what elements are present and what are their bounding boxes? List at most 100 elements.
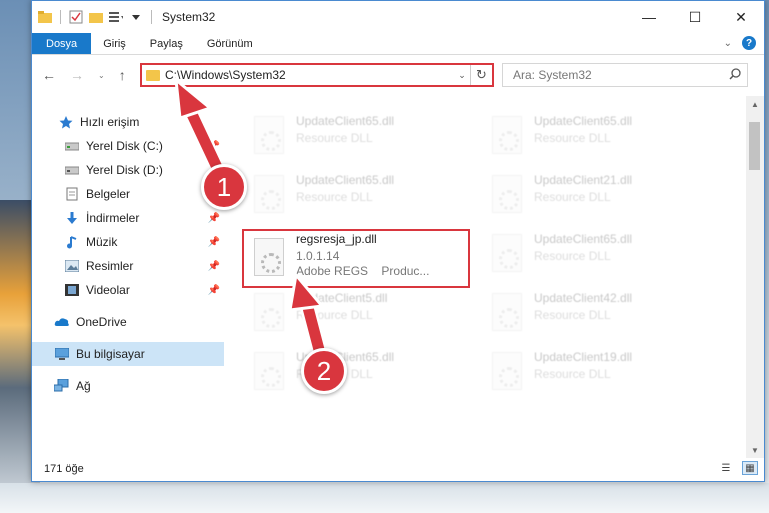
back-arrow-icon[interactable]: ← — [42, 67, 56, 83]
close-button[interactable]: ✕ — [718, 1, 764, 33]
sidebar-item-label: OneDrive — [76, 315, 127, 329]
details-view-icon[interactable]: ☰ — [718, 461, 734, 475]
properties-icon[interactable] — [69, 10, 83, 24]
maximize-button[interactable]: ☐ — [672, 1, 718, 33]
file-item[interactable]: UpdateClient5.dll Resource DLL — [246, 287, 472, 345]
pin-icon[interactable]: 📌 — [208, 285, 220, 296]
drive-icon — [64, 138, 80, 154]
file-item[interactable]: UpdateClient65.dll Resource DLL — [246, 110, 472, 168]
file-name: UpdateClient42.dll — [534, 291, 633, 305]
file-item[interactable]: UpdateClient65.dllResource DLL — [484, 228, 710, 286]
network-icon — [54, 378, 70, 394]
video-icon — [64, 282, 80, 298]
file-name: UpdateClient19.dll — [534, 350, 633, 364]
sidebar-item-label: Belgeler — [86, 187, 131, 201]
large-icons-view-icon[interactable]: ▦ — [742, 461, 758, 475]
dll-file-icon — [254, 352, 284, 390]
expand-ribbon-icon[interactable]: ⌄ — [724, 38, 732, 49]
file-description: Resource DLL — [296, 131, 373, 145]
dll-file-icon — [492, 175, 522, 213]
annotation-badge-1: 1 — [201, 164, 247, 210]
file-description: Resource DLL — [534, 308, 611, 322]
customize-toolbar-icon[interactable] — [109, 10, 123, 24]
window-title: System32 — [162, 10, 216, 24]
dll-file-icon — [492, 116, 522, 154]
sidebar-item-label: Müzik — [86, 235, 118, 249]
file-name: UpdateClient65.dll — [534, 114, 633, 128]
sidebar-item-videos[interactable]: Videolar 📌 — [32, 278, 224, 302]
drive-icon — [64, 162, 80, 178]
tab-share[interactable]: Paylaş — [138, 33, 195, 54]
search-icon[interactable] — [723, 67, 747, 83]
pin-icon[interactable]: 📌 — [208, 141, 220, 152]
file-name: UpdateClient5.dll — [296, 291, 388, 305]
file-item[interactable]: UpdateClient19.dll Resource DLL — [484, 346, 710, 404]
cloud-icon — [54, 314, 70, 330]
computer-icon — [54, 346, 70, 362]
search-input[interactable] — [513, 68, 723, 82]
quick-access-toolbar — [32, 10, 154, 24]
sidebar-item-label: Bu bilgisayar — [76, 347, 145, 361]
window-controls: — ☐ ✕ — [626, 1, 764, 33]
sidebar-item-downloads[interactable]: İndirmeler 📌 — [32, 206, 224, 230]
address-dropdown-icon[interactable]: ⌄ — [454, 70, 470, 81]
file-description: Resource DLL — [534, 249, 611, 263]
annotation-badge-2: 2 — [301, 348, 347, 394]
sidebar-item-label: İndirmeler — [86, 211, 140, 225]
file-item[interactable]: UpdateClient65.dllResource DLL — [246, 346, 472, 404]
dll-file-icon — [254, 116, 284, 154]
sidebar-item-quick-access[interactable]: Hızlı erişim — [32, 110, 224, 134]
tab-file[interactable]: Dosya — [32, 33, 92, 54]
sidebar-item-this-pc[interactable]: Bu bilgisayar — [32, 342, 224, 366]
search-box[interactable] — [502, 63, 748, 87]
file-item[interactable]: UpdateClient65.dll Resource DLL — [484, 110, 710, 168]
title-bar: System32 — ☐ ✕ — [32, 1, 764, 33]
address-bar[interactable]: C:\Windows\System32 ⌄ ↻ — [140, 63, 494, 87]
dll-file-icon — [492, 352, 522, 390]
vertical-scrollbar[interactable]: ▲ ▼ — [746, 96, 764, 458]
pin-icon[interactable]: 📌 — [208, 261, 220, 272]
scroll-up-icon[interactable]: ▲ — [746, 96, 764, 112]
star-icon — [58, 114, 74, 130]
forward-arrow-icon[interactable]: → — [70, 67, 84, 83]
sidebar-item-local-disk-d[interactable]: Yerel Disk (D:) — [32, 158, 224, 182]
pin-icon[interactable]: 📌 — [208, 213, 220, 224]
file-item[interactable]: UpdateClient21.dll Resource DLL — [484, 169, 710, 227]
folder-icon — [38, 10, 52, 24]
pin-icon[interactable]: 📌 — [208, 237, 220, 248]
sidebar-item-label: Videolar — [86, 283, 130, 297]
sidebar-item-onedrive[interactable]: OneDrive — [32, 310, 224, 334]
navigation-bar: ← → ⌄ ↑ C:\Windows\System32 ⌄ ↻ — [32, 55, 764, 95]
file-item[interactable]: UpdateClient42.dll Resource DLL — [484, 287, 710, 345]
refresh-icon[interactable]: ↻ — [470, 65, 492, 85]
status-bar: 171 öğe ☰ ▦ — [32, 456, 764, 481]
minimize-button[interactable]: — — [626, 1, 672, 33]
sidebar-item-documents[interactable]: Belgeler — [32, 182, 224, 206]
dll-file-icon — [254, 293, 284, 331]
new-folder-icon[interactable] — [89, 10, 103, 24]
recent-chevron-icon[interactable]: ⌄ — [98, 71, 105, 80]
up-arrow-icon[interactable]: ↑ — [119, 67, 126, 83]
tab-home[interactable]: Giriş — [91, 33, 138, 54]
sidebar-item-label: Yerel Disk (C:) — [86, 139, 163, 153]
file-item[interactable]: UpdateClient65.dllResource DLL — [246, 169, 472, 227]
file-name: UpdateClient65.dll — [296, 114, 395, 128]
ribbon-tabs: Dosya Giriş Paylaş Görünüm ⌄ ? — [32, 33, 764, 55]
help-icon[interactable]: ? — [742, 36, 756, 50]
file-description: Resource DLL — [296, 190, 373, 204]
sidebar-item-network[interactable]: Ağ — [32, 374, 224, 398]
folder-icon — [146, 69, 160, 81]
sidebar-item-local-disk-c[interactable]: Yerel Disk (C:) 📌 — [32, 134, 224, 158]
sidebar-item-music[interactable]: Müzik 📌 — [32, 230, 224, 254]
address-path[interactable]: C:\Windows\System32 — [165, 68, 454, 82]
documents-icon — [64, 186, 80, 202]
sidebar-item-pictures[interactable]: Resimler 📌 — [32, 254, 224, 278]
file-list: UpdateClient65.dll Resource DLL UpdateCli… — [224, 96, 764, 458]
tab-view[interactable]: Görünüm — [195, 33, 265, 54]
scrollbar-thumb[interactable] — [749, 122, 760, 170]
file-description: Resource DLL — [534, 131, 611, 145]
chevron-down-icon[interactable] — [129, 10, 143, 24]
